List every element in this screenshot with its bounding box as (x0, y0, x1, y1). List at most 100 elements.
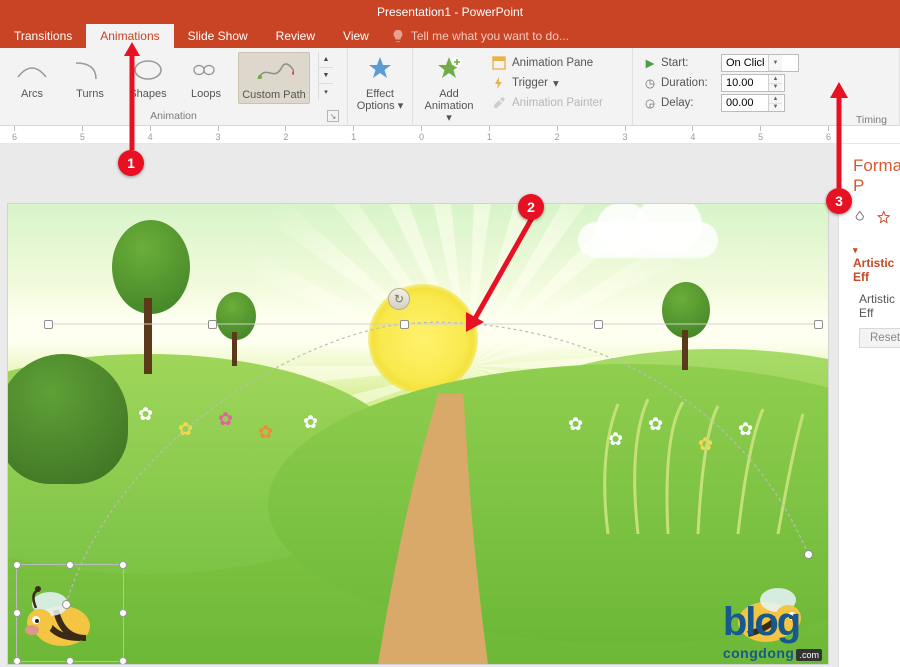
path-handle[interactable] (44, 320, 53, 329)
animation-launcher[interactable]: ↘ (327, 110, 339, 122)
duration-down[interactable]: ▼ (769, 84, 782, 92)
animation-order-badge[interactable]: ↻ (388, 288, 410, 310)
flower (303, 412, 321, 430)
star-icon (360, 54, 400, 86)
ruler-tick: 5 (758, 126, 763, 143)
pane-icon (491, 55, 507, 71)
lightbulb-icon (391, 29, 405, 43)
ruler-tick: 0 (419, 126, 424, 143)
flower (218, 409, 236, 427)
resize-handle[interactable] (66, 561, 74, 569)
add-animation-button[interactable]: Add Animation ▾ (419, 52, 479, 126)
animation-painter-button: Animation Painter (489, 94, 605, 112)
ruler-tick: 1 (487, 126, 492, 143)
gallery-down-button[interactable]: ▼ (319, 68, 333, 84)
start-label: Start: (661, 57, 717, 69)
delay-label: Delay: (661, 97, 717, 109)
delay-down[interactable]: ▼ (769, 104, 782, 112)
anim-arcs-button[interactable]: Arcs (6, 52, 58, 102)
anim-loops-button[interactable]: Loops (180, 52, 232, 102)
ruler-tick: 5 (80, 126, 85, 143)
duration-up[interactable]: ▲ (769, 75, 782, 84)
trigger-button[interactable]: Trigger ▾ (489, 74, 605, 92)
delay-input[interactable] (722, 95, 768, 111)
callout-arrow-1 (120, 42, 144, 152)
format-pane-title: Format P (853, 156, 890, 196)
resize-handle[interactable] (13, 561, 21, 569)
reset-button[interactable]: Reset (859, 328, 900, 348)
resize-handle[interactable] (119, 561, 127, 569)
delay-icon: ◶ (643, 96, 657, 110)
delay-spinner[interactable]: ▲▼ (721, 94, 785, 112)
fill-tab-icon[interactable] (853, 206, 867, 228)
duration-label: Duration: (661, 77, 717, 89)
selection-box[interactable] (16, 564, 124, 662)
tab-review[interactable]: Review (262, 24, 329, 48)
resize-handle[interactable] (119, 609, 127, 617)
animation-pane-button[interactable]: Animation Pane (489, 54, 605, 72)
callout-arrow-3 (824, 82, 854, 192)
dirt-path (368, 394, 548, 664)
start-value[interactable] (722, 55, 768, 71)
artistic-effects-label: Artistic Eff (859, 292, 890, 320)
loops-icon (186, 54, 226, 86)
ruler-tick: 6 (12, 126, 17, 143)
flower (568, 414, 586, 432)
anim-custom-path-button[interactable]: Custom Path (238, 52, 310, 104)
callout-1: 1 (118, 150, 144, 176)
callout-2: 2 (518, 194, 544, 220)
path-handle[interactable] (814, 320, 823, 329)
gallery-more-button[interactable]: ▾ (319, 84, 333, 100)
group-advanced-animation: Add Animation ▾ Animation Pane Trigger ▾… (413, 48, 633, 125)
grass-clump (588, 394, 828, 534)
tab-transitions[interactable]: Transitions (0, 24, 86, 48)
slide-editor[interactable]: ↻ blog congdong.com (0, 144, 838, 667)
ruler-tick: 4 (690, 126, 695, 143)
window-title: Presentation1 - PowerPoint (377, 5, 523, 19)
callout-3: 3 (826, 188, 852, 214)
effects-tab-icon[interactable] (877, 206, 891, 228)
cloud (578, 222, 718, 258)
artistic-effects-section[interactable]: Artistic Eff (853, 242, 890, 284)
tell-me-search[interactable]: Tell me what you want to do... (391, 24, 569, 48)
effect-options-label: Effect Options ▾ (356, 88, 404, 112)
bush (8, 354, 128, 484)
start-select[interactable]: ▼ (721, 54, 799, 72)
group-timing: ▶ Start: ▼ ◷ Duration: ▲▼ ◶ Delay: (633, 48, 900, 125)
path-handle[interactable] (594, 320, 603, 329)
duration-input[interactable] (722, 75, 768, 91)
delay-up[interactable]: ▲ (769, 95, 782, 104)
gallery-up-button[interactable]: ▲ (319, 52, 333, 68)
resize-handle[interactable] (13, 657, 21, 664)
tree (104, 220, 194, 380)
tree (212, 292, 258, 368)
tab-view[interactable]: View (329, 24, 383, 48)
resize-handle[interactable] (66, 657, 74, 664)
path-endpoint[interactable] (804, 550, 813, 559)
path-handle[interactable] (400, 320, 409, 329)
trigger-icon (491, 75, 507, 91)
duration-spinner[interactable]: ▲▼ (721, 74, 785, 92)
play-icon: ▶ (643, 56, 657, 70)
anim-turns-button[interactable]: Turns (64, 52, 116, 102)
workspace: ↻ blog congdong.com Format P Artistic Ef… (0, 144, 900, 667)
ruler-tick: 4 (148, 126, 153, 143)
format-pane-tabs (853, 206, 890, 228)
ruler-tick: 1 (351, 126, 356, 143)
path-handle[interactable] (208, 320, 217, 329)
tab-slide-show[interactable]: Slide Show (174, 24, 262, 48)
ruler-tick: 2 (555, 126, 560, 143)
start-dropdown-arrow[interactable]: ▼ (769, 55, 782, 71)
resize-handle[interactable] (119, 657, 127, 664)
ruler-tick: 2 (283, 126, 288, 143)
group-animation: Arcs Turns Shapes Loops Custom Path ▲ ▼ (0, 48, 348, 125)
resize-handle[interactable] (13, 609, 21, 617)
flower (178, 419, 196, 437)
flower (258, 422, 276, 440)
effect-options-button[interactable]: Effect Options ▾ (354, 52, 406, 114)
title-bar: Presentation1 - PowerPoint (0, 0, 900, 24)
slide-canvas[interactable]: ↻ (8, 204, 828, 664)
callout-arrow-2 (462, 212, 540, 332)
path-endpoint[interactable] (62, 600, 71, 609)
add-animation-label: Add Animation ▾ (421, 88, 477, 124)
